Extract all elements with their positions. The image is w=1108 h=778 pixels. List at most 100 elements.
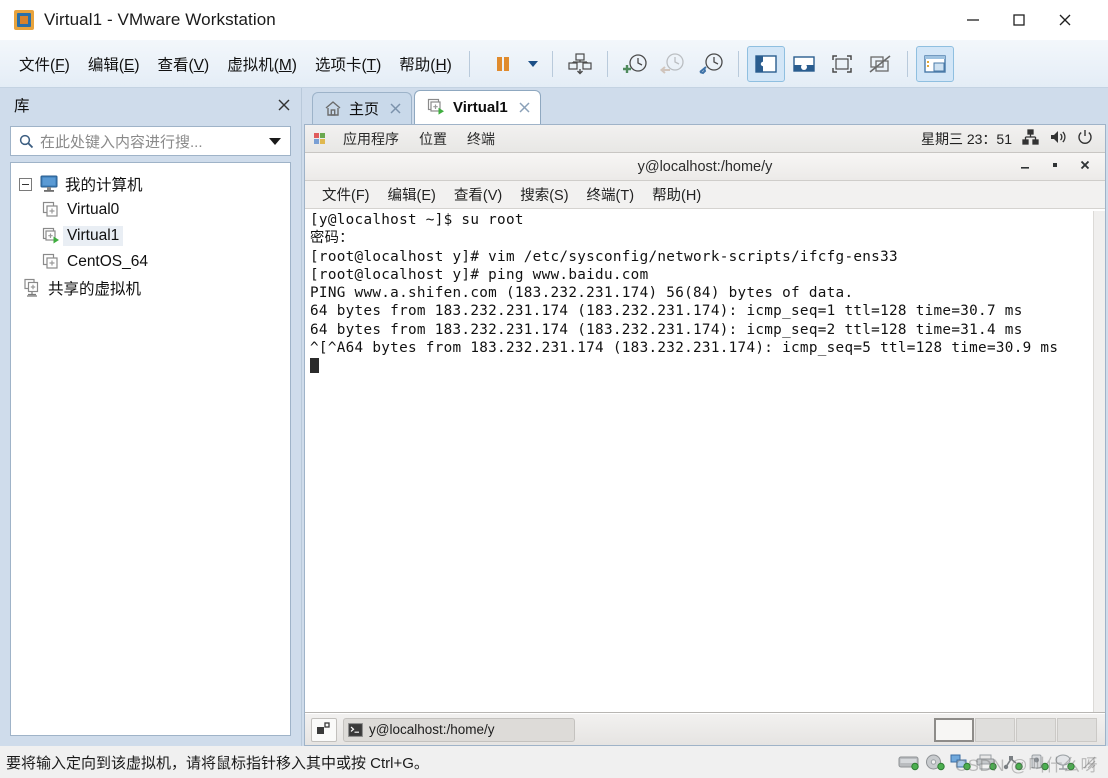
terminal-cursor (310, 358, 319, 374)
library-sidebar: 库 在此处键入内容进行搜... 我的计算机 Virtual0 Virtual1 … (0, 88, 302, 746)
home-icon (324, 100, 342, 117)
workspace-2[interactable] (975, 717, 1015, 742)
show-library-button[interactable] (746, 45, 785, 82)
menu-file[interactable]: 文件(F) (10, 49, 79, 79)
terminal-menu-view[interactable]: 查看(V) (445, 184, 511, 205)
unity-button[interactable] (861, 46, 899, 82)
menu-help[interactable]: 帮助(H) (390, 49, 461, 79)
manage-snapshot-button[interactable] (561, 46, 599, 82)
tab-label: 主页 (349, 101, 380, 118)
tab-virtual1[interactable]: Virtual1 (414, 90, 541, 124)
menu-toolbar-strip: 文件(F) 编辑(E) 查看(V) 虚拟机(M) 选项卡(T) 帮助(H) (0, 40, 1108, 88)
workspace-3[interactable] (1016, 717, 1056, 742)
cdrom-icon[interactable] (924, 753, 946, 771)
tree-item-my-computer[interactable]: 我的计算机 (15, 171, 286, 197)
tree-item-label: Virtual1 (63, 226, 124, 246)
display-icon[interactable] (1054, 753, 1076, 771)
library-panel-icon (755, 54, 777, 73)
gnome-menu-places[interactable]: 位置 (409, 129, 457, 149)
show-thumbnail-bar-button[interactable] (785, 46, 823, 82)
terminal-menu-file[interactable]: 文件(F) (313, 184, 379, 205)
toolbar (484, 45, 954, 82)
search-dropdown-caret[interactable] (269, 137, 281, 145)
collapse-toggle-icon[interactable] (19, 177, 32, 191)
gnome-panel-tray: 星期三 23：51 (921, 129, 1099, 149)
workspace-4[interactable] (1057, 717, 1097, 742)
tab-home[interactable]: 主页 (312, 92, 413, 124)
terminal-maximize-button[interactable] (1049, 158, 1061, 176)
vmware-icon (14, 9, 34, 30)
fullscreen-button[interactable] (823, 46, 861, 82)
close-icon (278, 99, 290, 111)
menu-edit[interactable]: 编辑(E) (79, 49, 149, 79)
clock[interactable]: 星期三 23：51 (921, 129, 1012, 149)
tab-close-button[interactable] (389, 102, 402, 115)
terminal-line: ^[^A64 bytes from 183.232.231.174 (183.2… (310, 340, 1059, 357)
main-body: 库 在此处键入内容进行搜... 我的计算机 Virtual0 Virtual1 … (0, 88, 1108, 746)
terminal-menu-help[interactable]: 帮助(H) (643, 184, 710, 205)
workspace-1[interactable] (934, 717, 974, 742)
terminal-menu-search[interactable]: 搜索(S) (511, 184, 577, 205)
terminal-minimize-button[interactable] (1019, 158, 1031, 176)
tab-strip: 主页 Virtual1 (302, 88, 1108, 124)
vm-icon (41, 253, 61, 271)
terminal-menu-edit[interactable]: 编辑(E) (379, 184, 445, 205)
computer-icon (39, 175, 59, 193)
library-search-input[interactable]: 在此处键入内容进行搜... (40, 131, 263, 152)
minimize-button[interactable] (950, 0, 996, 40)
usb-icon[interactable] (1002, 753, 1024, 771)
revert-snapshot-button[interactable] (654, 46, 692, 82)
unity-mode-icon (869, 54, 891, 73)
menu-vm[interactable]: 虚拟机(M) (218, 49, 306, 79)
suspend-button[interactable] (484, 46, 522, 82)
sound-icon[interactable] (1028, 753, 1050, 771)
window-titlebar: Virtual1 - VMware Workstation (0, 0, 1108, 40)
library-title: 库 (14, 98, 30, 115)
library-search-box[interactable]: 在此处键入内容进行搜... (10, 126, 291, 156)
tree-item-virtual0[interactable]: Virtual0 (15, 197, 286, 223)
console-view-icon (924, 54, 946, 73)
terminal-output[interactable]: [y@localhost ~]$ su root 密码： [root@local… (307, 211, 1093, 712)
terminal-close-button[interactable] (1079, 158, 1091, 176)
printer-icon[interactable] (976, 753, 998, 771)
chevron-down-icon (527, 60, 538, 67)
snapshot-manager-button[interactable] (692, 46, 730, 82)
terminal-window-controls (1019, 158, 1105, 176)
gnome-menu-terminal[interactable]: 终端 (457, 129, 505, 149)
status-bar: 要将输入定向到该虚拟机，请将鼠标指针移入其中或按 Ctrl+G。 CSDN @叫… (0, 746, 1108, 778)
resize-grip[interactable] (1082, 755, 1096, 769)
library-search-wrap: 在此处键入内容进行搜... (0, 122, 301, 162)
tree-item-centos64[interactable]: CentOS_64 (15, 249, 286, 275)
harddisk-icon[interactable] (898, 753, 920, 771)
menu-view[interactable]: 查看(V) (149, 49, 219, 79)
take-snapshot-button[interactable] (616, 46, 654, 82)
power-icon[interactable] (1077, 129, 1093, 148)
shared-vm-icon (22, 278, 42, 298)
terminal-body[interactable]: [y@localhost ~]$ su root 密码： [root@local… (305, 209, 1105, 712)
terminal-icon (348, 722, 363, 737)
terminal-menu-terminal[interactable]: 终端(T) (578, 184, 644, 205)
tree-item-virtual1[interactable]: Virtual1 (15, 223, 286, 249)
menu-tabs[interactable]: 选项卡(T) (306, 49, 390, 79)
library-close-button[interactable] (277, 98, 291, 112)
gnome-menu-applications[interactable]: 应用程序 (333, 129, 409, 149)
close-button[interactable] (1042, 0, 1088, 40)
taskbar-item-terminal[interactable]: y@localhost:/home/y (343, 717, 575, 742)
volume-icon[interactable] (1049, 129, 1067, 148)
search-icon (19, 134, 34, 149)
tab-close-button[interactable] (518, 101, 531, 114)
status-message: 要将输入定向到该虚拟机，请将鼠标指针移入其中或按 Ctrl+G。 (6, 754, 429, 772)
maximize-button[interactable] (996, 0, 1042, 40)
terminal-scrollbar[interactable] (1093, 211, 1105, 712)
terminal-title: y@localhost:/home/y (637, 158, 773, 175)
tree-item-shared-vms[interactable]: 共享的虚拟机 (15, 275, 286, 301)
library-header: 库 (0, 88, 301, 122)
vm-icon (41, 201, 61, 219)
console-view-button[interactable] (915, 45, 954, 82)
power-dropdown-caret[interactable] (522, 46, 544, 82)
network-icon[interactable] (1022, 129, 1039, 148)
guest-screen[interactable]: 应用程序 位置 终端 星期三 23：51 y@localhost:/home/y… (304, 124, 1106, 746)
show-desktop-icon[interactable] (311, 717, 337, 742)
tree-item-label: 共享的虚拟机 (48, 281, 142, 298)
network-icon[interactable] (950, 753, 972, 771)
